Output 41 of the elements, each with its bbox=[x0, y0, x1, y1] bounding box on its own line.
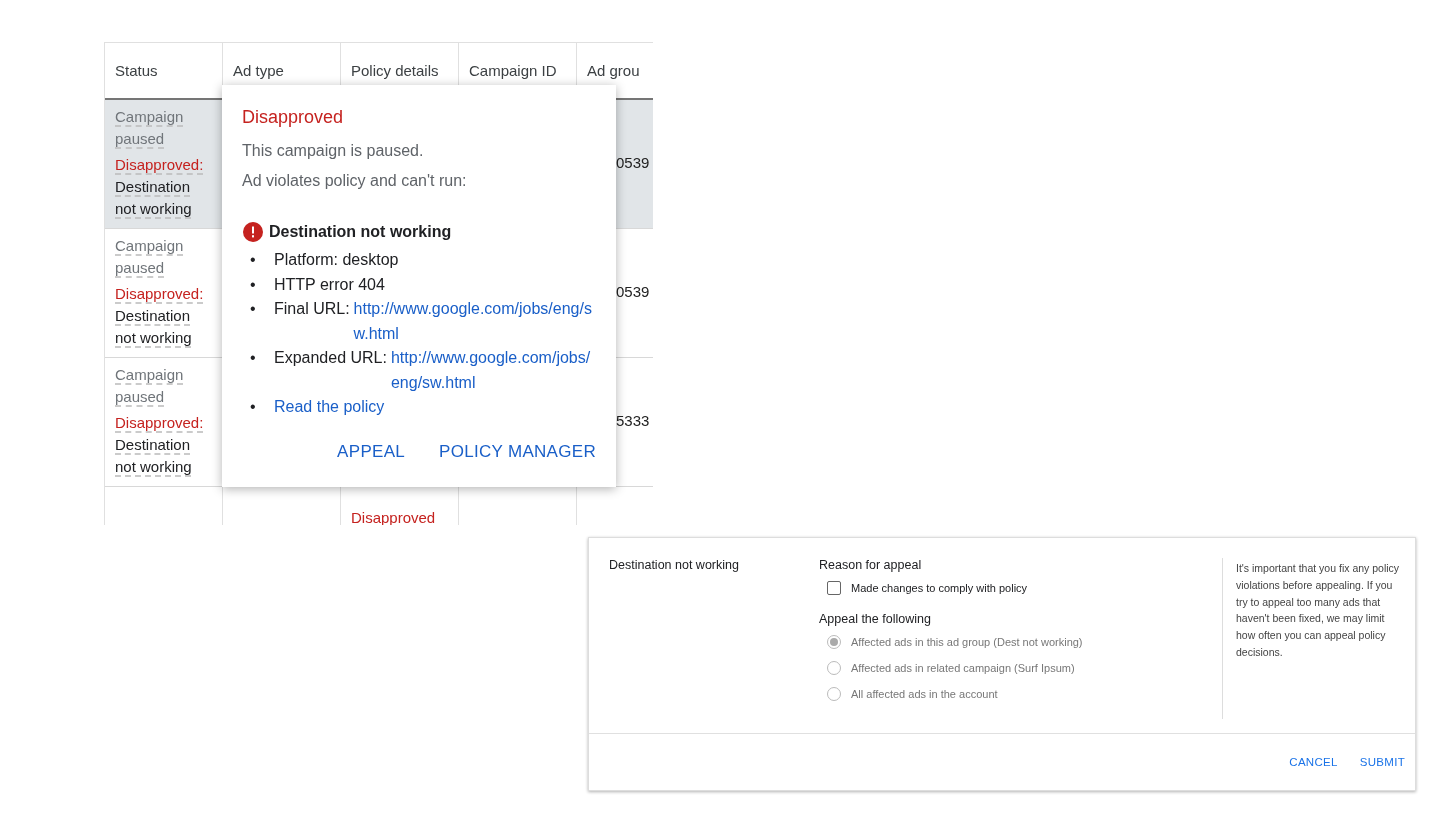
status-text: Campaign paused bbox=[115, 107, 185, 149]
section-heading: Reason for appeal bbox=[819, 558, 923, 572]
popover-text: This campaign is paused. bbox=[242, 142, 425, 160]
bullet: • bbox=[250, 299, 257, 319]
table-cell-text: 5333 bbox=[616, 411, 650, 431]
action-button[interactable]: SUBMIT bbox=[1359, 756, 1405, 768]
status-text: Destination not working bbox=[115, 177, 193, 219]
bullet: • bbox=[250, 397, 257, 417]
status-text: Destination not working bbox=[115, 306, 193, 348]
policy-name: Destination not working bbox=[609, 558, 740, 574]
detail-link[interactable]: http://www.google.com/jobs/eng/sw.html bbox=[390, 346, 596, 395]
detail-text: Platform: desktop bbox=[274, 250, 399, 270]
detail-text: HTTP error 404 bbox=[274, 274, 385, 295]
detail-link[interactable]: Read the policy bbox=[274, 395, 385, 420]
status-text: Campaign paused bbox=[115, 236, 185, 278]
detail-text: Expanded URL: bbox=[274, 348, 387, 368]
error-icon bbox=[243, 222, 263, 242]
table-cell-text: 0539 bbox=[616, 153, 650, 173]
status-text: Disapproved: bbox=[115, 155, 204, 175]
radio-label: Affected ads in this ad group (Dest not working) bbox=[851, 636, 1083, 648]
status-text: Destination not working bbox=[115, 435, 193, 477]
action-button[interactable]: POLICY MANAGER bbox=[439, 441, 596, 462]
radio-label: Affected ads in related campaign (Surf Ipsum) bbox=[851, 662, 1075, 674]
action-button[interactable]: APPEAL bbox=[337, 441, 406, 462]
help-text: It's important that you fix any policy violations before appealing. If you try to appeal too many ads that haven't been fixed, we may limit how often you can appeal policy decisions. bbox=[1236, 561, 1401, 660]
radio-label: All affected ads in the account bbox=[851, 688, 998, 700]
bullet: • bbox=[250, 274, 257, 295]
section-heading: Appeal the following bbox=[819, 612, 932, 626]
bullet: • bbox=[250, 348, 257, 368]
status-text: Disapproved: bbox=[115, 413, 204, 433]
detail-text: Final URL: bbox=[274, 299, 350, 319]
bullet: • bbox=[250, 250, 257, 270]
checkbox[interactable] bbox=[827, 581, 841, 595]
action-button[interactable]: CANCEL bbox=[1289, 756, 1338, 768]
status-text: Campaign paused bbox=[115, 365, 185, 407]
checkbox-label: Made changes to comply with policy bbox=[851, 582, 1028, 594]
issue-title: Destination not working bbox=[269, 223, 452, 241]
popover-text: Ad violates policy and can't run: bbox=[242, 172, 468, 190]
status-text: Disapproved: bbox=[115, 284, 204, 304]
table-cell-text: 0539 bbox=[616, 282, 650, 302]
popover-title: Disapproved bbox=[242, 107, 345, 128]
